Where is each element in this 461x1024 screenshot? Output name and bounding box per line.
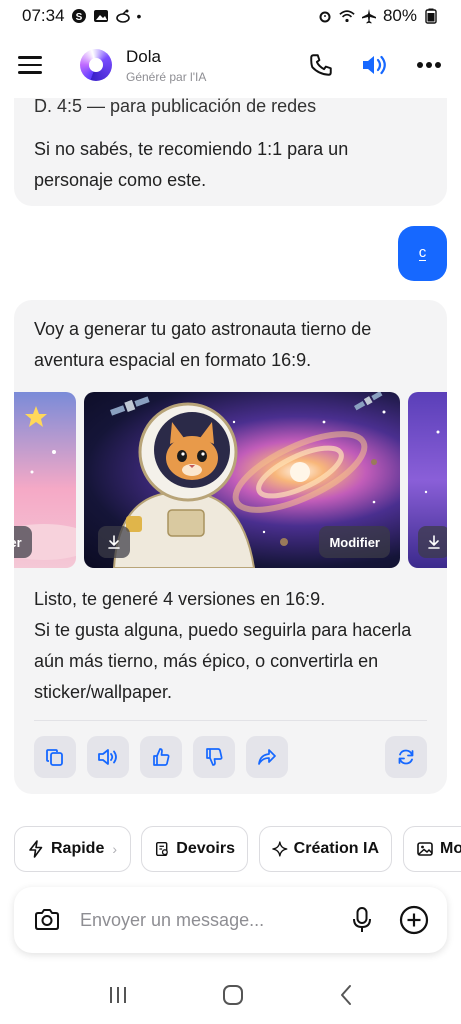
modify-label-left: odifier [14,534,22,550]
generated-image-right[interactable] [408,392,447,568]
status-bar: 07:34 S • 80% [0,0,461,32]
refresh-icon [398,749,414,765]
quick-action-chips: Rapide › Devoirs Création IA Mo [14,826,461,872]
back-icon[interactable] [338,984,354,1011]
previous-bot-message: D. 4:5 — para publicación de redes Si no… [14,98,447,206]
more-notifications-dot: • [136,8,142,24]
outro-line-2: Si te gusta alguna, puedo seguirla para … [34,620,412,702]
message-paragraph: Si no sabés, te recomiendo 1:1 para un p… [34,139,349,190]
bot-subtitle: Généré par l'IA [126,69,207,84]
speaker-volume-icon[interactable] [361,51,389,79]
share-button[interactable] [246,736,288,778]
camera-icon[interactable] [32,905,62,935]
homework-icon [155,841,168,857]
download-icon [428,535,440,549]
notification-s-icon: S [71,8,87,24]
generated-image-main[interactable]: Modifier [84,392,400,568]
divider [34,720,427,721]
alarm-icon [317,8,333,24]
recent-apps-icon[interactable] [107,985,129,1010]
chip-label: Création IA [293,840,379,857]
sparkle-icon [272,841,288,857]
reddit-notification-icon [115,8,131,24]
bot-avatar[interactable] [80,49,112,81]
chip-label: Rapide [51,840,105,857]
cut-off-line: D. 4:5 — para publicación de redes [34,98,317,116]
bot-title-block[interactable]: Dola Généré par l'IA [126,47,206,84]
bolt-icon [29,840,43,858]
read-aloud-button[interactable] [87,736,129,778]
user-message-text: c [418,244,427,261]
chip-devoirs[interactable]: Devoirs [141,826,248,872]
gallery-notification-icon [93,8,109,24]
airplane-mode-icon [361,8,377,24]
message-input[interactable] [80,909,347,931]
download-button-main[interactable] [98,526,130,558]
hamburger-menu-icon[interactable] [18,48,52,82]
image-icon [417,842,433,856]
bot-name: Dola [126,46,161,66]
download-button-right[interactable] [418,526,447,558]
wifi-icon [339,8,355,24]
thumbs-up-button[interactable] [140,736,182,778]
chevron-right-icon: › [112,841,118,857]
system-nav-bar [0,970,461,1024]
message-composer [14,887,447,953]
chat-area[interactable]: D. 4:5 — para publicación de redes Si no… [0,98,461,810]
thumbs-down-icon [206,748,223,766]
chip-image[interactable]: Mo [403,826,461,872]
chip-label: Devoirs [176,840,235,857]
user-message-bubble[interactable]: c [398,226,447,281]
message-actions [34,736,427,778]
copy-button[interactable] [34,736,76,778]
svg-text:S: S [75,12,82,23]
download-icon [108,535,120,549]
bot-intro-text: Voy a generar tu gato astronauta tierno … [34,319,372,370]
more-options-icon[interactable] [415,51,443,79]
thumbs-up-icon [153,748,170,766]
microphone-icon[interactable] [347,905,377,935]
battery-icon [423,8,439,24]
regenerate-button[interactable] [385,736,427,778]
modify-button-left[interactable]: odifier [14,526,32,558]
chip-rapide[interactable]: Rapide › [14,826,131,872]
chip-label: Mo [440,840,461,857]
status-time: 07:34 [22,6,65,25]
home-icon[interactable] [222,984,244,1011]
phone-call-icon[interactable] [307,51,335,79]
add-plus-icon[interactable] [399,905,429,935]
modify-button-main[interactable]: Modifier [319,526,390,558]
chip-creation-ia[interactable]: Création IA [259,826,392,872]
chat-header: Dola Généré par l'IA [0,32,461,98]
copy-icon [46,749,63,766]
share-arrow-icon [258,749,276,765]
battery-percentage: 80% [382,6,417,25]
bot-outro-text: Listo, te generé 4 versiones en 16:9. Si… [34,584,434,708]
outro-line-1: Listo, te generé 4 versiones en 16:9. [34,589,326,609]
image-gallery[interactable]: odifier [14,392,447,568]
bot-message-bubble: Voy a generar tu gato astronauta tierno … [14,300,447,794]
modify-label-main: Modifier [329,534,380,550]
speaker-icon [98,749,117,765]
thumbs-down-button[interactable] [193,736,235,778]
generated-image-left[interactable]: odifier [14,392,76,568]
